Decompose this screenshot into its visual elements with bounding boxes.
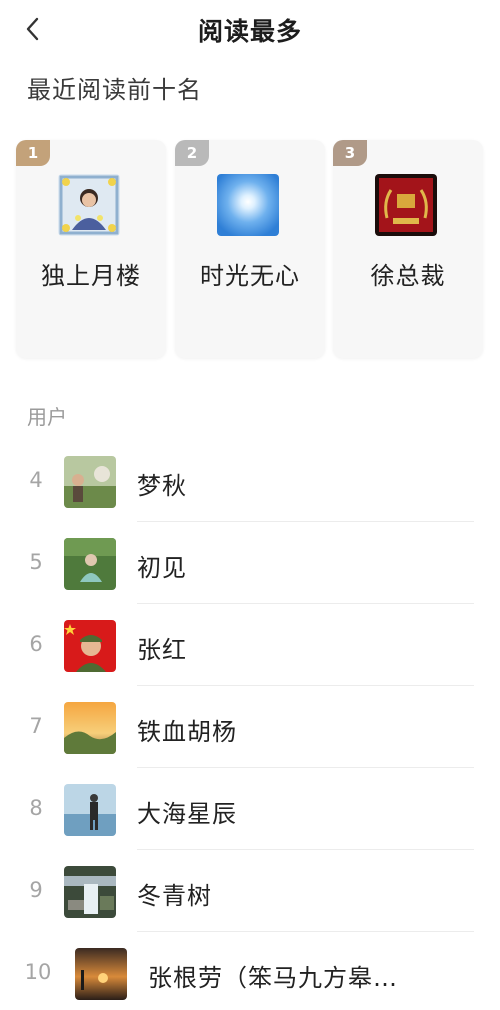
user-name: 张根劳（笨马九方皋… <box>148 964 398 992</box>
user-avatar <box>375 174 437 236</box>
rank-number: 8 <box>29 796 43 820</box>
top-card-name: 独上月楼 <box>41 262 141 290</box>
user-row[interactable]: 10 张根劳（笨马九方皋… <box>0 932 500 1010</box>
rank-number: 6 <box>29 632 43 656</box>
user-row[interactable]: 6 张红 <box>0 604 500 686</box>
user-avatar <box>64 784 116 836</box>
section-title: 最近阅读前十名 <box>27 76 202 104</box>
user-avatar <box>64 456 116 508</box>
user-name: 大海星辰 <box>137 800 237 828</box>
user-avatar <box>64 620 116 672</box>
top-card-name: 徐总裁 <box>370 262 446 290</box>
top-card-2[interactable]: 2 时光无心 <box>175 140 325 358</box>
user-name: 梦秋 <box>137 472 187 500</box>
user-avatar <box>64 538 116 590</box>
user-avatar <box>75 948 127 1000</box>
header-bar: 阅读最多 <box>0 0 500 58</box>
rank-badge: 2 <box>175 140 209 166</box>
rank-number: 10 <box>24 960 52 984</box>
user-name: 铁血胡杨 <box>137 718 237 746</box>
user-avatar <box>58 174 120 236</box>
user-name: 冬青树 <box>137 882 212 910</box>
rank-badge: 1 <box>16 140 50 166</box>
rank-number: 9 <box>29 878 43 902</box>
user-avatar <box>217 174 279 236</box>
user-row[interactable]: 5 初见 <box>0 522 500 604</box>
user-row[interactable]: 8 大海星辰 <box>0 768 500 850</box>
page-title: 阅读最多 <box>197 17 302 46</box>
rank-number: 4 <box>29 468 43 492</box>
rank-number: 7 <box>29 714 43 738</box>
user-name: 张红 <box>137 636 187 664</box>
user-row[interactable]: 9 冬青树 <box>0 850 500 932</box>
rank-badge: 3 <box>333 140 367 166</box>
user-avatar <box>64 866 116 918</box>
top-card-name: 时光无心 <box>200 262 300 290</box>
top-card-3[interactable]: 3 徐总裁 <box>333 140 483 358</box>
rank-number: 5 <box>29 550 43 574</box>
user-row[interactable]: 4 梦秋 <box>0 440 500 522</box>
users-section-label: 用户 <box>27 405 67 429</box>
top-three-cards: 1 独上月楼 2 时光无心 3 徐总裁 <box>16 140 484 360</box>
user-avatar <box>64 702 116 754</box>
user-row[interactable]: 7 铁血胡杨 <box>0 686 500 768</box>
user-name: 初见 <box>137 554 187 582</box>
top-card-1[interactable]: 1 独上月楼 <box>16 140 166 358</box>
